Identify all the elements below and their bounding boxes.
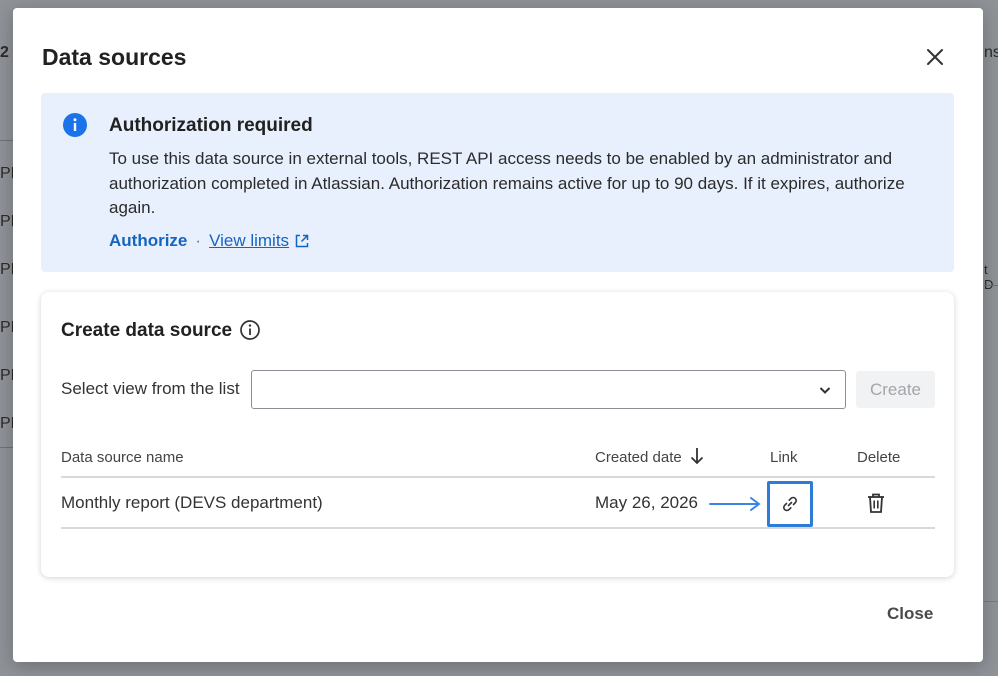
create-button[interactable]: Create — [856, 371, 935, 408]
data-sources-modal: Data sources Authorization required To u… — [13, 8, 983, 662]
select-view-label: Select view from the list — [61, 379, 240, 398]
backdrop-divider — [984, 285, 998, 286]
authorize-link[interactable]: Authorize — [109, 231, 187, 251]
backdrop-divider — [0, 140, 13, 141]
backdrop-text: PM — [0, 367, 13, 384]
banner-links: Authorize · View limits — [109, 231, 310, 251]
column-header-delete: Delete — [857, 449, 901, 466]
backdrop-text: ns — [984, 44, 998, 61]
header-divider — [61, 476, 935, 478]
close-button[interactable]: Close — [887, 604, 933, 624]
backdrop-text: PM — [0, 165, 13, 182]
backdrop-divider — [984, 601, 998, 602]
column-header-name: Data source name — [61, 449, 184, 466]
banner-text: To use this data source in external tool… — [109, 149, 905, 217]
copy-link-button[interactable] — [767, 481, 813, 527]
backdrop-text: PM — [0, 261, 13, 278]
data-source-name: Monthly report (DEVS department) — [61, 493, 323, 512]
backdrop-text: PM — [0, 415, 13, 432]
backdrop-text: t D — [984, 262, 993, 292]
created-date: May 26, 2026 — [595, 493, 699, 512]
info-icon — [63, 113, 87, 137]
modal-title: Data sources — [42, 44, 187, 70]
view-select[interactable] — [251, 370, 846, 409]
card-title: Create data source — [61, 320, 233, 341]
trash-icon[interactable] — [864, 491, 888, 515]
chevron-down-icon — [819, 387, 831, 394]
annotation-arrow-icon — [709, 497, 761, 511]
link-icon — [783, 496, 797, 512]
backdrop-text: 2 — [0, 44, 9, 61]
info-outline-icon[interactable] — [239, 319, 261, 341]
column-header-created[interactable]: Created date — [595, 449, 682, 466]
backdrop-text: PM — [0, 319, 13, 336]
backdrop-text: PM — [0, 213, 13, 230]
external-link-icon[interactable] — [294, 233, 310, 249]
backdrop-divider — [0, 447, 13, 448]
row-divider — [61, 527, 935, 529]
authorization-banner: Authorization required To use this data … — [41, 93, 954, 272]
link-separator: · — [195, 231, 202, 250]
banner-title: Authorization required — [109, 115, 313, 136]
view-limits-link[interactable]: View limits — [209, 231, 289, 251]
create-data-source-card: Create data source Select view from the … — [41, 292, 954, 577]
close-icon[interactable] — [920, 42, 950, 72]
column-header-link: Link — [770, 449, 798, 466]
arrow-down-icon[interactable] — [689, 446, 705, 466]
